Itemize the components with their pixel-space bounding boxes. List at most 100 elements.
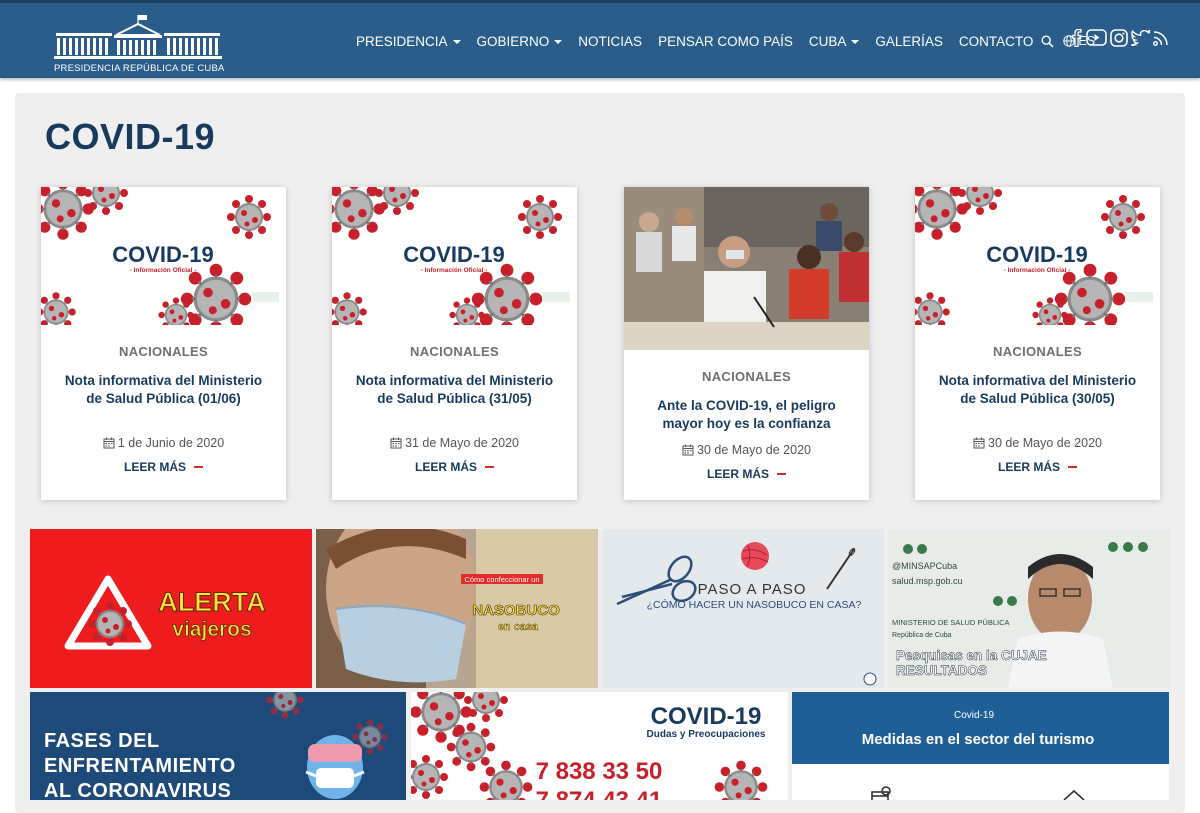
nav-label: CUBA <box>808 33 847 49</box>
nav-label: GALERÍAS <box>875 33 943 49</box>
instagram-icon[interactable] <box>1110 29 1128 47</box>
nasobuco-line2: NASOBUCO <box>472 602 560 619</box>
dudas-preocupaciones-tile[interactable]: COVID-19 Dudas y Preocupaciones 7 838 33… <box>411 692 788 800</box>
banner-subtitle: - Información Oficial - <box>421 267 488 274</box>
presidency-logo[interactable]: PRESIDENCIA REPÚBLICA DE CUBA <box>54 13 225 75</box>
card-category: NACIONALES <box>410 344 499 359</box>
card-category: NACIONALES <box>702 369 791 384</box>
news-card[interactable]: COVID-19 - Información Oficial - NACIONA… <box>41 187 286 500</box>
card-date: 31 de Mayo de 2020 <box>332 436 577 450</box>
fases-line2: ENFRENTAMIENTO <box>44 755 236 777</box>
nav-label: GOBIERNO <box>476 33 550 49</box>
card-title[interactable]: Ante la COVID-19, el peligro mayor hoy e… <box>644 397 849 432</box>
pesquisas-video-tile[interactable]: @MINSAPCuba salud.msp.gob.cu MINISTERIO … <box>888 529 1170 688</box>
nasobuco-line3: en casa <box>498 621 539 633</box>
pesquisas-line2: RESULTADOS <box>896 663 987 678</box>
card-date-text: 30 de Mayo de 2020 <box>697 443 811 457</box>
covid-info-image[interactable]: COVID-19 - Información Oficial - <box>41 187 286 325</box>
calendar-icon <box>103 437 115 449</box>
dudas-phone1: 7 838 33 50 <box>536 758 663 785</box>
nav-galerias[interactable]: GALERÍAS <box>875 34 943 49</box>
card-title[interactable]: Nota informativa del Ministerio de Salud… <box>61 372 266 407</box>
card-category: NACIONALES <box>119 344 208 359</box>
nav-label: NOTICIAS <box>578 33 643 49</box>
fases-line3: AL CORONAVIRUS <box>44 780 231 800</box>
caret-down-icon <box>452 40 461 44</box>
calendar-icon <box>973 437 985 449</box>
read-more-link[interactable]: LEER MÁS <box>332 460 577 474</box>
caret-down-icon <box>851 40 860 44</box>
facebook-icon[interactable] <box>1071 29 1083 47</box>
dash-icon <box>777 473 786 475</box>
pesquisas-country: República de Cuba <box>892 632 952 639</box>
pesquisas-line1: Pesquisas en la CUJAE <box>896 648 1047 663</box>
rss-icon[interactable] <box>1153 30 1169 46</box>
page-title: COVID-19 <box>45 116 216 157</box>
nasobuco-video-tile[interactable]: Cómo confeccionar un NASOBUCO en casa <box>316 529 598 688</box>
twitter-icon[interactable] <box>1131 30 1151 46</box>
logo-text: PRESIDENCIA REPÚBLICA DE CUBA <box>54 63 225 74</box>
pesquisas-handle: @MINSAPCuba <box>892 561 957 571</box>
pesquisas-ministry: MINISTERIO DE SALUD PÚBLICA <box>892 618 1010 627</box>
pesquisas-site: salud.msp.gob.cu <box>892 576 963 586</box>
alerta-line1: ALERTA <box>158 587 266 617</box>
banner-subtitle: - Información Oficial - <box>130 267 197 274</box>
banner-subtitle: - Información Oficial - <box>1004 267 1071 274</box>
palace-logo-icon <box>54 15 222 59</box>
card-title[interactable]: Nota informativa del Ministerio de Salud… <box>352 372 557 407</box>
read-more-label: LEER MÁS <box>414 460 477 474</box>
turismo-tile[interactable]: Covid-19 Medidas en el sector del turism… <box>792 692 1169 800</box>
site-header: PRESIDENCIA REPÚBLICA DE CUBA PRESIDENCI… <box>0 0 1200 78</box>
read-more-label: LEER MÁS <box>123 460 186 474</box>
caret-down-icon <box>554 40 563 44</box>
nav-pensar-como-pais[interactable]: PENSAR COMO PAÍS <box>658 34 793 49</box>
news-card[interactable]: COVID-19 - Información Oficial - NACIONA… <box>915 187 1160 500</box>
dash-icon <box>485 466 494 468</box>
news-card[interactable]: NACIONALES Ante la COVID-19, el peligro … <box>624 187 869 500</box>
alerta-viajeros-tile[interactable]: ALERTA viajeros <box>30 529 312 688</box>
read-more-link[interactable]: LEER MÁS <box>915 460 1160 474</box>
read-more-link[interactable]: LEER MÁS <box>41 460 286 474</box>
card-date-text: 31 de Mayo de 2020 <box>405 436 519 450</box>
read-more-label: LEER MÁS <box>706 467 769 481</box>
nav-label: PRESIDENCIA <box>356 33 448 49</box>
nav-contacto[interactable]: CONTACTO <box>959 34 1034 49</box>
covid-info-image[interactable]: COVID-19 - Información Oficial - <box>915 187 1160 325</box>
paso-line1: PASO A PASO <box>698 581 807 598</box>
fases-enfrentamiento-tile[interactable]: FASES DEL ENFRENTAMIENTO AL CORONAVIRUS <box>30 692 406 800</box>
news-card[interactable]: COVID-19 - Información Oficial - NACIONA… <box>332 187 577 500</box>
nav-presidencia[interactable]: PRESIDENCIA <box>356 34 461 49</box>
card-date-text: 1 de Junio de 2020 <box>117 436 225 450</box>
paso-line2: ¿CÓMO HACER UN NASOBUCO EN CASA? <box>647 598 862 611</box>
read-more-label: LEER MÁS <box>997 460 1060 474</box>
paso-a-paso-tile[interactable]: PASO A PASO ¿CÓMO HACER UN NASOBUCO EN C… <box>602 529 884 688</box>
calendar-icon <box>390 437 402 449</box>
dudas-subtitle: Dudas y Preocupaciones <box>647 729 766 740</box>
meeting-photo[interactable] <box>624 187 869 350</box>
nav-noticias[interactable]: NOTICIAS <box>578 34 642 49</box>
card-date: 30 de Mayo de 2020 <box>624 443 869 457</box>
banner-title: COVID-19 <box>112 242 213 267</box>
turismo-label: Covid-19 <box>954 710 994 721</box>
read-more-link[interactable]: LEER MÁS <box>624 467 869 481</box>
search-icon[interactable] <box>1041 34 1054 48</box>
nav-label: CONTACTO <box>958 33 1034 49</box>
dash-icon <box>194 466 203 468</box>
card-date-text: 30 de Mayo de 2020 <box>988 436 1102 450</box>
card-date: 30 de Mayo de 2020 <box>915 436 1160 450</box>
nav-label: PENSAR COMO PAÍS <box>658 33 793 49</box>
dudas-title: COVID-19 <box>651 703 762 730</box>
card-title[interactable]: Nota informativa del Ministerio de Salud… <box>935 372 1140 407</box>
nasobuco-line1: Cómo confeccionar un <box>464 575 539 584</box>
youtube-icon[interactable] <box>1086 29 1107 46</box>
covid-info-image[interactable]: COVID-19 - Información Oficial - <box>332 187 577 325</box>
calendar-icon <box>682 444 694 456</box>
nav-cuba[interactable]: CUBA <box>809 34 860 49</box>
nav-gobierno[interactable]: GOBIERNO <box>477 34 563 49</box>
fases-line1: FASES DEL <box>44 730 160 752</box>
banner-title: COVID-19 <box>403 242 504 267</box>
card-category: NACIONALES <box>993 344 1082 359</box>
card-date: 1 de Junio de 2020 <box>41 436 286 450</box>
main-nav: PRESIDENCIA GOBIERNO NOTICIAS PENSAR COM… <box>356 31 1095 51</box>
banner-title: COVID-19 <box>986 242 1087 267</box>
